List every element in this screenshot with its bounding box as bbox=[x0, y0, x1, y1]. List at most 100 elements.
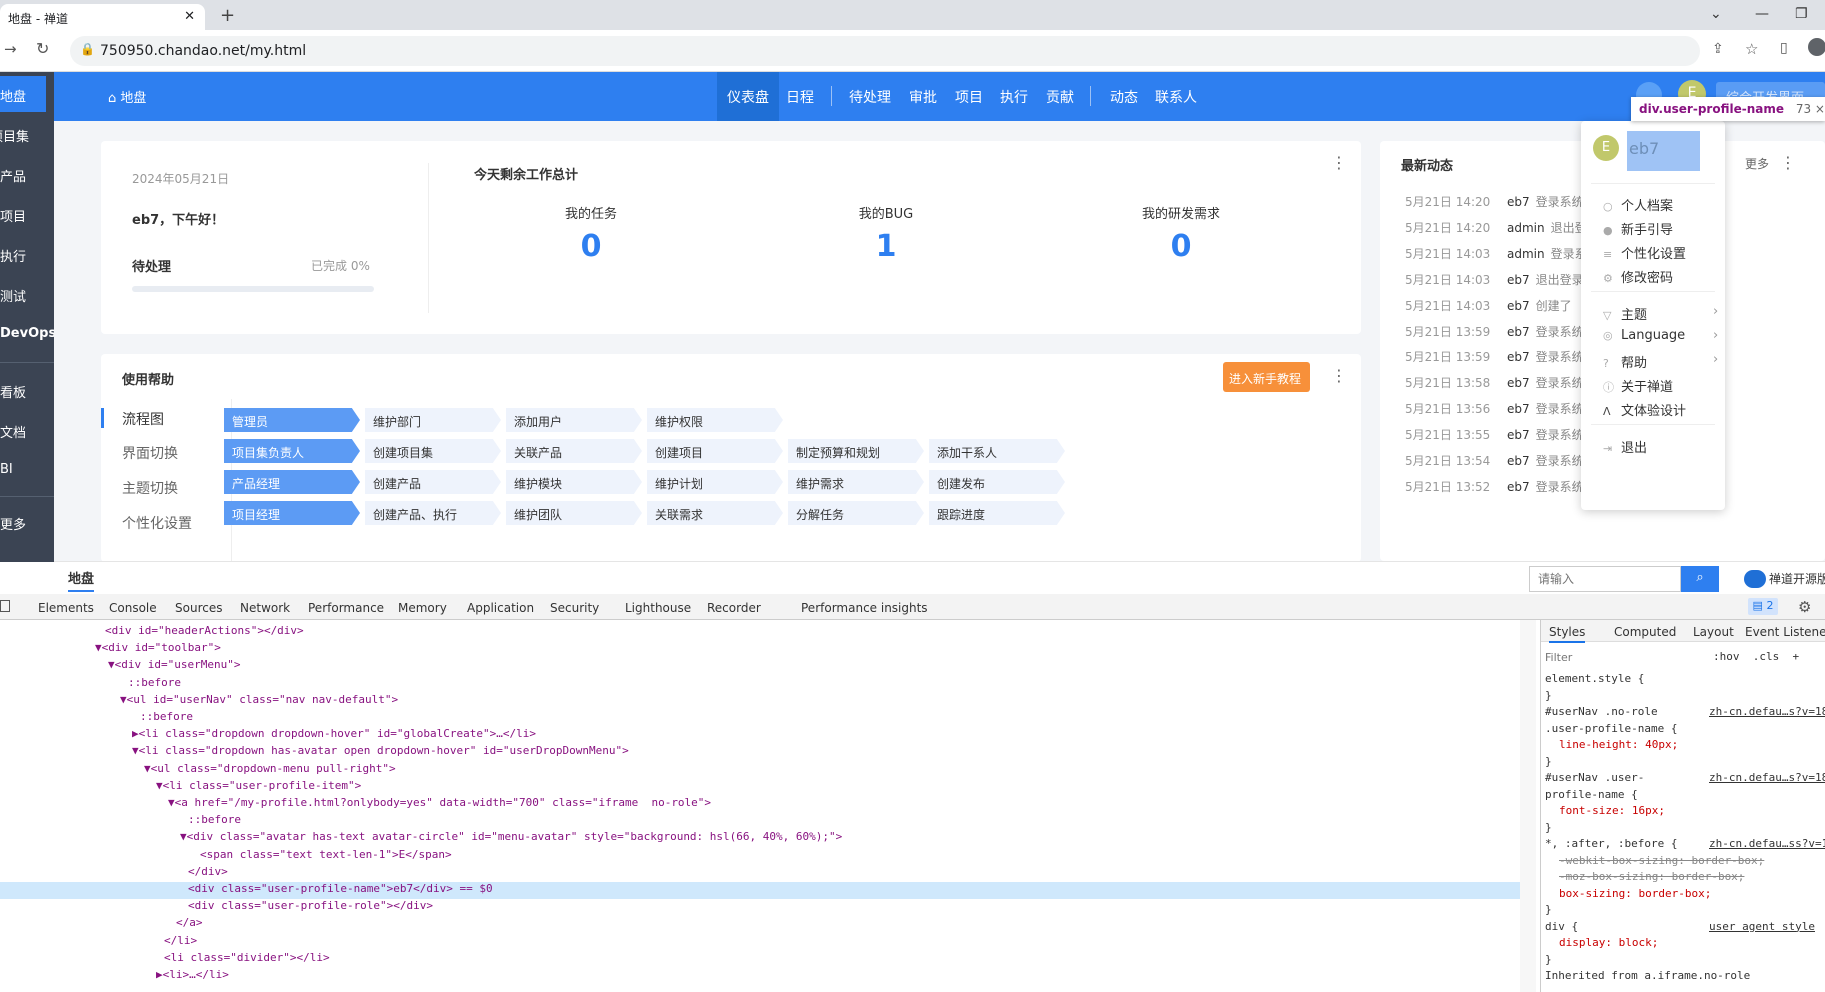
scrollbar[interactable] bbox=[1520, 620, 1536, 992]
help-step-chip[interactable]: 维护需求 bbox=[788, 470, 924, 494]
forward-icon[interactable]: → bbox=[4, 40, 17, 58]
code-line[interactable]: <li class="divider"></li> bbox=[164, 951, 330, 968]
help-role-chip[interactable]: 管理员 bbox=[224, 408, 360, 432]
sidebar-item-execution[interactable]: 执行 bbox=[0, 236, 54, 272]
code-line[interactable]: <div class="user-profile-role"></div> bbox=[188, 899, 433, 916]
tutorial-button[interactable]: 进入新手教程 bbox=[1223, 362, 1310, 392]
help-step-chip[interactable]: 维护部门 bbox=[365, 408, 501, 432]
code-line[interactable]: ▼<ul id="userNav" class="nav nav-default… bbox=[120, 693, 398, 710]
style-property[interactable]: display: block; bbox=[1559, 936, 1658, 949]
code-line[interactable]: </li> bbox=[164, 934, 197, 951]
devtools-tab[interactable]: Security bbox=[550, 601, 599, 615]
help-tab-personal[interactable]: 个性化设置 bbox=[122, 513, 192, 533]
code-line[interactable]: </div> bbox=[188, 865, 228, 882]
menu-item-language[interactable]: ◎ Language › bbox=[1603, 328, 1718, 343]
device-toggle-icon[interactable] bbox=[0, 600, 10, 612]
browser-tab[interactable]: 地盘 - 禅道 ✕ bbox=[0, 4, 205, 30]
stat-value-tasks[interactable]: 0 bbox=[531, 229, 651, 264]
styles-filter-tools[interactable]: :hov .cls + bbox=[1713, 650, 1799, 663]
url-field[interactable]: 🔒 750950.chandao.net/my.html bbox=[70, 36, 1700, 66]
issues-badge[interactable]: ▤ 2 bbox=[1748, 598, 1778, 615]
styles-tab[interactable]: Styles bbox=[1549, 625, 1586, 643]
sidebar-item-bi[interactable]: BI bbox=[0, 452, 54, 488]
help-step-chip[interactable]: 维护模块 bbox=[506, 470, 642, 494]
close-tab-icon[interactable]: ✕ bbox=[184, 9, 195, 24]
help-step-chip[interactable]: 关联产品 bbox=[506, 439, 642, 463]
sidebar-item-doc[interactable]: 文档 bbox=[0, 412, 54, 448]
help-step-chip[interactable]: 分解任务 bbox=[788, 501, 924, 525]
style-property[interactable]: box-sizing: border-box; bbox=[1559, 887, 1711, 900]
code-line[interactable]: <div id="headerActions"></div> bbox=[105, 624, 304, 641]
styles-filter-input[interactable] bbox=[1545, 648, 1705, 666]
help-step-chip[interactable]: 维护团队 bbox=[506, 501, 642, 525]
menu-item-experience[interactable]: Λ 文体验设计 bbox=[1603, 400, 1686, 419]
code-line[interactable]: ▼<li class="user-profile-item"> bbox=[156, 779, 361, 796]
feed-row[interactable]: 5月21日 13:58 eb7 登录系统 bbox=[1405, 374, 1584, 391]
code-line[interactable]: ::before bbox=[140, 710, 193, 727]
code-line[interactable]: ::before bbox=[188, 813, 241, 830]
feed-row[interactable]: 5月21日 14:03 eb7 创建了 bbox=[1405, 297, 1572, 314]
menu-item-change-password[interactable]: ⚙ 修改密码 bbox=[1603, 267, 1673, 286]
sidepanel-icon[interactable]: ▯ bbox=[1780, 40, 1788, 56]
help-step-chip[interactable]: 维护权限 bbox=[647, 408, 783, 432]
chevron-down-icon[interactable]: ⌄ bbox=[1710, 6, 1722, 22]
menu-item-about[interactable]: ⓘ 关于禅道 bbox=[1603, 376, 1673, 395]
help-step-chip[interactable]: 创建产品 bbox=[365, 470, 501, 494]
reload-icon[interactable]: ↻ bbox=[36, 39, 49, 58]
nav-contacts[interactable]: 联系人 bbox=[1155, 72, 1197, 121]
sidebar-item-program[interactable]: 项目集 bbox=[0, 116, 44, 152]
style-source-link[interactable]: zh-cn.defau…s?v=18 bbox=[1709, 705, 1825, 718]
menu-item-help[interactable]: ? 帮助 › bbox=[1603, 352, 1718, 371]
style-property-overridden[interactable]: -moz-box-sizing: border-box; bbox=[1559, 870, 1744, 883]
stat-value-stories[interactable]: 0 bbox=[1121, 229, 1241, 264]
nav-calendar[interactable]: 日程 bbox=[786, 72, 814, 121]
help-step-chip[interactable]: 添加用户 bbox=[506, 408, 642, 432]
menu-item-preferences[interactable]: ≡ 个性化设置 bbox=[1603, 243, 1686, 262]
nav-execution[interactable]: 执行 bbox=[1000, 72, 1028, 121]
sidebar-item-product[interactable]: 产品 bbox=[0, 156, 54, 192]
minimize-icon[interactable]: — bbox=[1755, 6, 1769, 22]
style-property[interactable]: line-height: 40px; bbox=[1559, 738, 1678, 751]
nav-dynamic[interactable]: 动态 bbox=[1110, 72, 1138, 121]
devtools-tab[interactable]: Lighthouse bbox=[625, 601, 691, 615]
feed-row[interactable]: 5月21日 13:56 eb7 登录系统 bbox=[1405, 400, 1584, 417]
devtools-tab[interactable]: Performance bbox=[308, 601, 384, 615]
feed-row[interactable]: 5月21日 13:52 eb7 登录系统 bbox=[1405, 478, 1584, 495]
search-input[interactable] bbox=[1529, 566, 1681, 592]
computed-tab[interactable]: Computed bbox=[1614, 625, 1676, 639]
sidebar-item-devops[interactable]: DevOps bbox=[0, 316, 54, 352]
menu-item-theme[interactable]: ▽ 主题 › bbox=[1603, 304, 1718, 323]
nav-project[interactable]: 项目 bbox=[955, 72, 983, 121]
event-listeners-tab[interactable]: Event Listeners bbox=[1745, 625, 1825, 639]
code-line[interactable]: <div class="user-profile-name">eb7</div>… bbox=[0, 882, 1520, 899]
devtools-tab[interactable]: Console bbox=[109, 601, 157, 615]
help-tab-flowchart[interactable]: 流程图 bbox=[122, 409, 164, 429]
new-tab-button[interactable]: + bbox=[220, 5, 235, 26]
devtools-tab[interactable]: Network bbox=[240, 601, 290, 615]
sidebar-item-dashboard[interactable]: 地盘 bbox=[0, 76, 46, 112]
stat-value-bugs[interactable]: 1 bbox=[826, 229, 946, 264]
help-step-chip[interactable]: 关联需求 bbox=[647, 501, 783, 525]
code-line[interactable]: ▼<li class="dropdown has-avatar open dro… bbox=[132, 744, 629, 761]
devtools-tab[interactable]: Performance insights bbox=[801, 601, 928, 615]
profile-icon[interactable] bbox=[1808, 38, 1825, 56]
help-step-chip[interactable]: 创建项目集 bbox=[365, 439, 501, 463]
help-step-chip[interactable]: 跟踪进度 bbox=[929, 501, 1065, 525]
nav-approval[interactable]: 审批 bbox=[909, 72, 937, 121]
nav-contribution[interactable]: 贡献 bbox=[1046, 72, 1074, 121]
gear-icon[interactable]: ⚙ bbox=[1798, 598, 1811, 616]
feed-row[interactable]: 5月21日 13:59 eb7 登录系统 bbox=[1405, 323, 1584, 340]
help-step-chip[interactable]: 创建发布 bbox=[929, 470, 1065, 494]
style-property[interactable]: font-size: 16px; bbox=[1559, 804, 1665, 817]
style-property-overridden[interactable]: -webkit-box-sizing: border-box; bbox=[1559, 854, 1764, 867]
code-line[interactable]: ▼<a href="/my-profile.html?onlybody=yes"… bbox=[168, 796, 711, 813]
code-line[interactable]: ▶<li class="dropdown dropdown-hover" id=… bbox=[132, 727, 536, 744]
code-line[interactable]: ▼<div id="toolbar"> bbox=[95, 641, 221, 658]
more-dots-icon[interactable]: ⋮ bbox=[1331, 153, 1347, 172]
menu-icon[interactable]: ☰ bbox=[0, 550, 54, 586]
style-source-link[interactable]: zh-cn.defau…s?v=18 bbox=[1709, 771, 1825, 784]
sidebar-item-more[interactable]: 更多 bbox=[0, 504, 54, 540]
help-step-chip[interactable]: 维护计划 bbox=[647, 470, 783, 494]
star-icon[interactable]: ☆ bbox=[1745, 40, 1758, 58]
help-role-chip[interactable]: 产品经理 bbox=[224, 470, 360, 494]
